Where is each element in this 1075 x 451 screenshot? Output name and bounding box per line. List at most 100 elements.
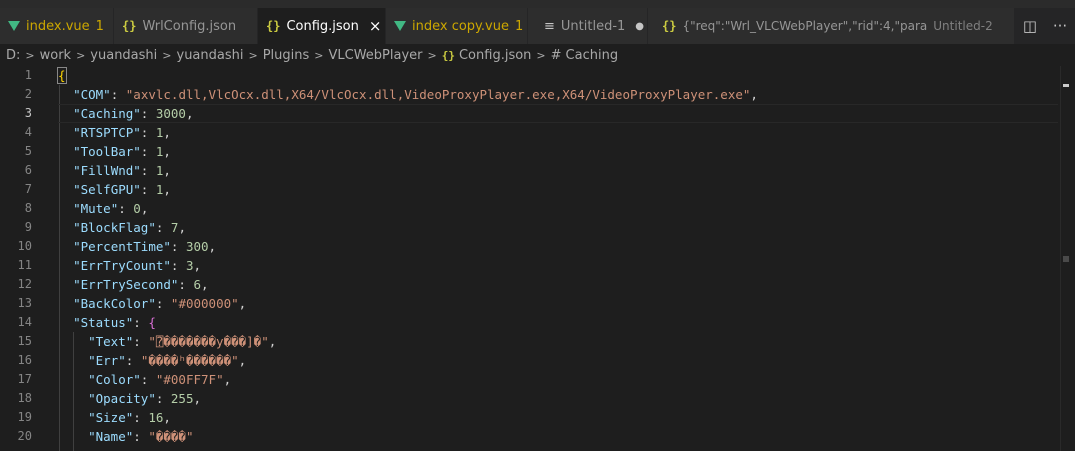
tab-untitled-2[interactable]: {} {"req":"Wrl_VLCWebPlayer","rid":4,"pa… [648,8,1015,44]
json-number: 255 [170,391,194,406]
code-line[interactable]: "PercentTime": 300, [58,237,1058,256]
code-line[interactable]: "BlockFlag": 7, [58,218,1058,237]
json-number: 3000 [155,106,186,121]
comma: , [223,372,232,387]
code-line[interactable]: "BackColor": "#000000", [58,294,1058,313]
json-key: "RTSPTCP" [73,125,141,140]
json-number: 16 [148,410,164,425]
code-editor[interactable]: 1 2 3 4 5 6 7 8 9 10 11 12 13 14 15 16 17 18 19 20 { "COM":… [0,66,1075,451]
json-string: "⍰�������у���]�" [148,334,269,349]
comma: , [140,201,149,216]
json-key: "Text" [88,334,134,349]
tab-config-json[interactable]: {} Config.json × [258,8,386,44]
breadcrumb-item[interactable]: VLCWebPlayer [329,48,423,63]
json-number: 3 [185,258,194,273]
symbol-key-icon: # [550,47,562,63]
tab-index-vue[interactable]: index.vue 1 [0,8,114,44]
json-key: "Name" [88,429,134,444]
more-actions-icon[interactable]: ··· [1053,17,1067,35]
tab-index-copy-vue[interactable]: index copy.vue 1 [386,8,528,44]
json-number: 300 [185,239,209,254]
colon: : [155,296,171,311]
problem-badge: 1 [514,18,524,34]
problem-badge: 1 [95,18,104,34]
breadcrumb-item[interactable]: Plugins [263,48,310,63]
code-line[interactable]: "ErrTryCount": 3, [58,256,1058,275]
code-line[interactable]: "ToolBar": 1, [58,142,1058,161]
line-number: 2 [24,87,32,101]
unsaved-dot-icon[interactable]: ● [635,21,644,32]
code-line[interactable]: "ErrTrySecond": 6, [58,275,1058,294]
line-number: 5 [24,144,32,158]
comma: , [208,239,217,254]
json-string: "#00FF7F" [155,372,224,387]
code-line[interactable]: "Name": "����" [58,427,1058,446]
code-line[interactable]: "Status": { [58,313,1058,332]
code-line[interactable]: "Text": "⍰�������у���]�", [58,332,1058,351]
json-file-icon: {} [122,19,137,33]
code-line[interactable]: "FillWnd": 1, [58,161,1058,180]
colon: : [155,220,171,235]
colon: : [140,372,156,387]
breadcrumb-item[interactable]: work [40,48,71,63]
line-number: 20 [17,429,32,443]
comma: , [193,391,202,406]
tab-wrlconfig-json[interactable]: {} WrlConfig.json [114,8,258,44]
json-number: 6 [193,277,202,292]
breadcrumb-item[interactable]: D: [6,48,20,63]
json-key: "ToolBar" [73,144,141,159]
comma: , [201,277,209,292]
breadcrumb-item[interactable]: Caching [566,48,619,63]
tab-untitled-1[interactable]: ≡ Untitled-1 ● [528,8,648,44]
code-line[interactable]: "RTSPTCP": 1, [58,123,1058,142]
scrollbar-slider[interactable] [1063,256,1069,262]
json-key: "COM" [73,87,111,102]
vertical-scrollbar[interactable] [1060,66,1075,451]
colon: : [110,87,126,102]
code-line[interactable]: { [57,66,1058,85]
code-line[interactable]: "COM": "axvlc.dll,VlcOcx.dll,X64/VlcOcx.… [58,85,1058,104]
text-file-icon: ≡ [544,18,555,34]
json-string: "#000000" [170,296,239,311]
split-editor-icon[interactable]: ◫ [1023,17,1037,35]
tab-label: index copy.vue [412,18,509,34]
code-line[interactable]: "Err": "����ʰ������", [58,351,1058,370]
json-key: "ErrTrySecond" [73,277,179,292]
line-number: 16 [17,353,32,367]
comma: , [238,296,247,311]
comma: , [163,182,171,197]
code-line[interactable]: "Size": 16, [58,408,1058,427]
code-line[interactable]: "Caching": 3000, [58,104,1058,123]
json-key: "Mute" [73,201,119,216]
code-line[interactable]: "Color": "#00FF7F", [58,370,1058,389]
code-lines[interactable]: { "COM": "axvlc.dll,VlcOcx.dll,X64/VlcOc… [57,66,1058,446]
breadcrumb-item[interactable]: yuandashi [90,48,157,63]
code-line[interactable]: "Opacity": 255, [58,389,1058,408]
breadcrumb-item[interactable]: Config.json [459,48,531,63]
colon: : [133,410,149,425]
line-number: 15 [17,334,32,348]
tab-label: Config.json [286,18,359,34]
breadcrumb: D: > work > yuandashi > yuandashi > Plugins >… [0,44,1075,66]
code-line[interactable]: "Mute": 0, [58,199,1058,218]
line-number: 1 [24,68,32,82]
colon: : [118,201,134,216]
brace-open: { [57,67,67,84]
code-line[interactable]: "SelfGPU": 1, [58,180,1058,199]
json-string: "axvlc.dll,VlcOcx.dll,X64/VlcOcx.dll,Vid… [125,87,751,102]
json-string: "����ʰ������" [140,353,239,368]
colon: : [133,334,149,349]
json-key: "Status" [73,315,134,330]
line-number: 11 [17,258,32,272]
close-icon[interactable]: × [369,17,382,35]
breadcrumb-item[interactable]: yuandashi [177,48,244,63]
line-number: 8 [24,201,32,215]
cursor-overview-marker [1063,84,1069,87]
editor-tab-bar: index.vue 1 {} WrlConfig.json {} Config.… [0,8,1075,44]
vue-file-icon [8,21,20,31]
